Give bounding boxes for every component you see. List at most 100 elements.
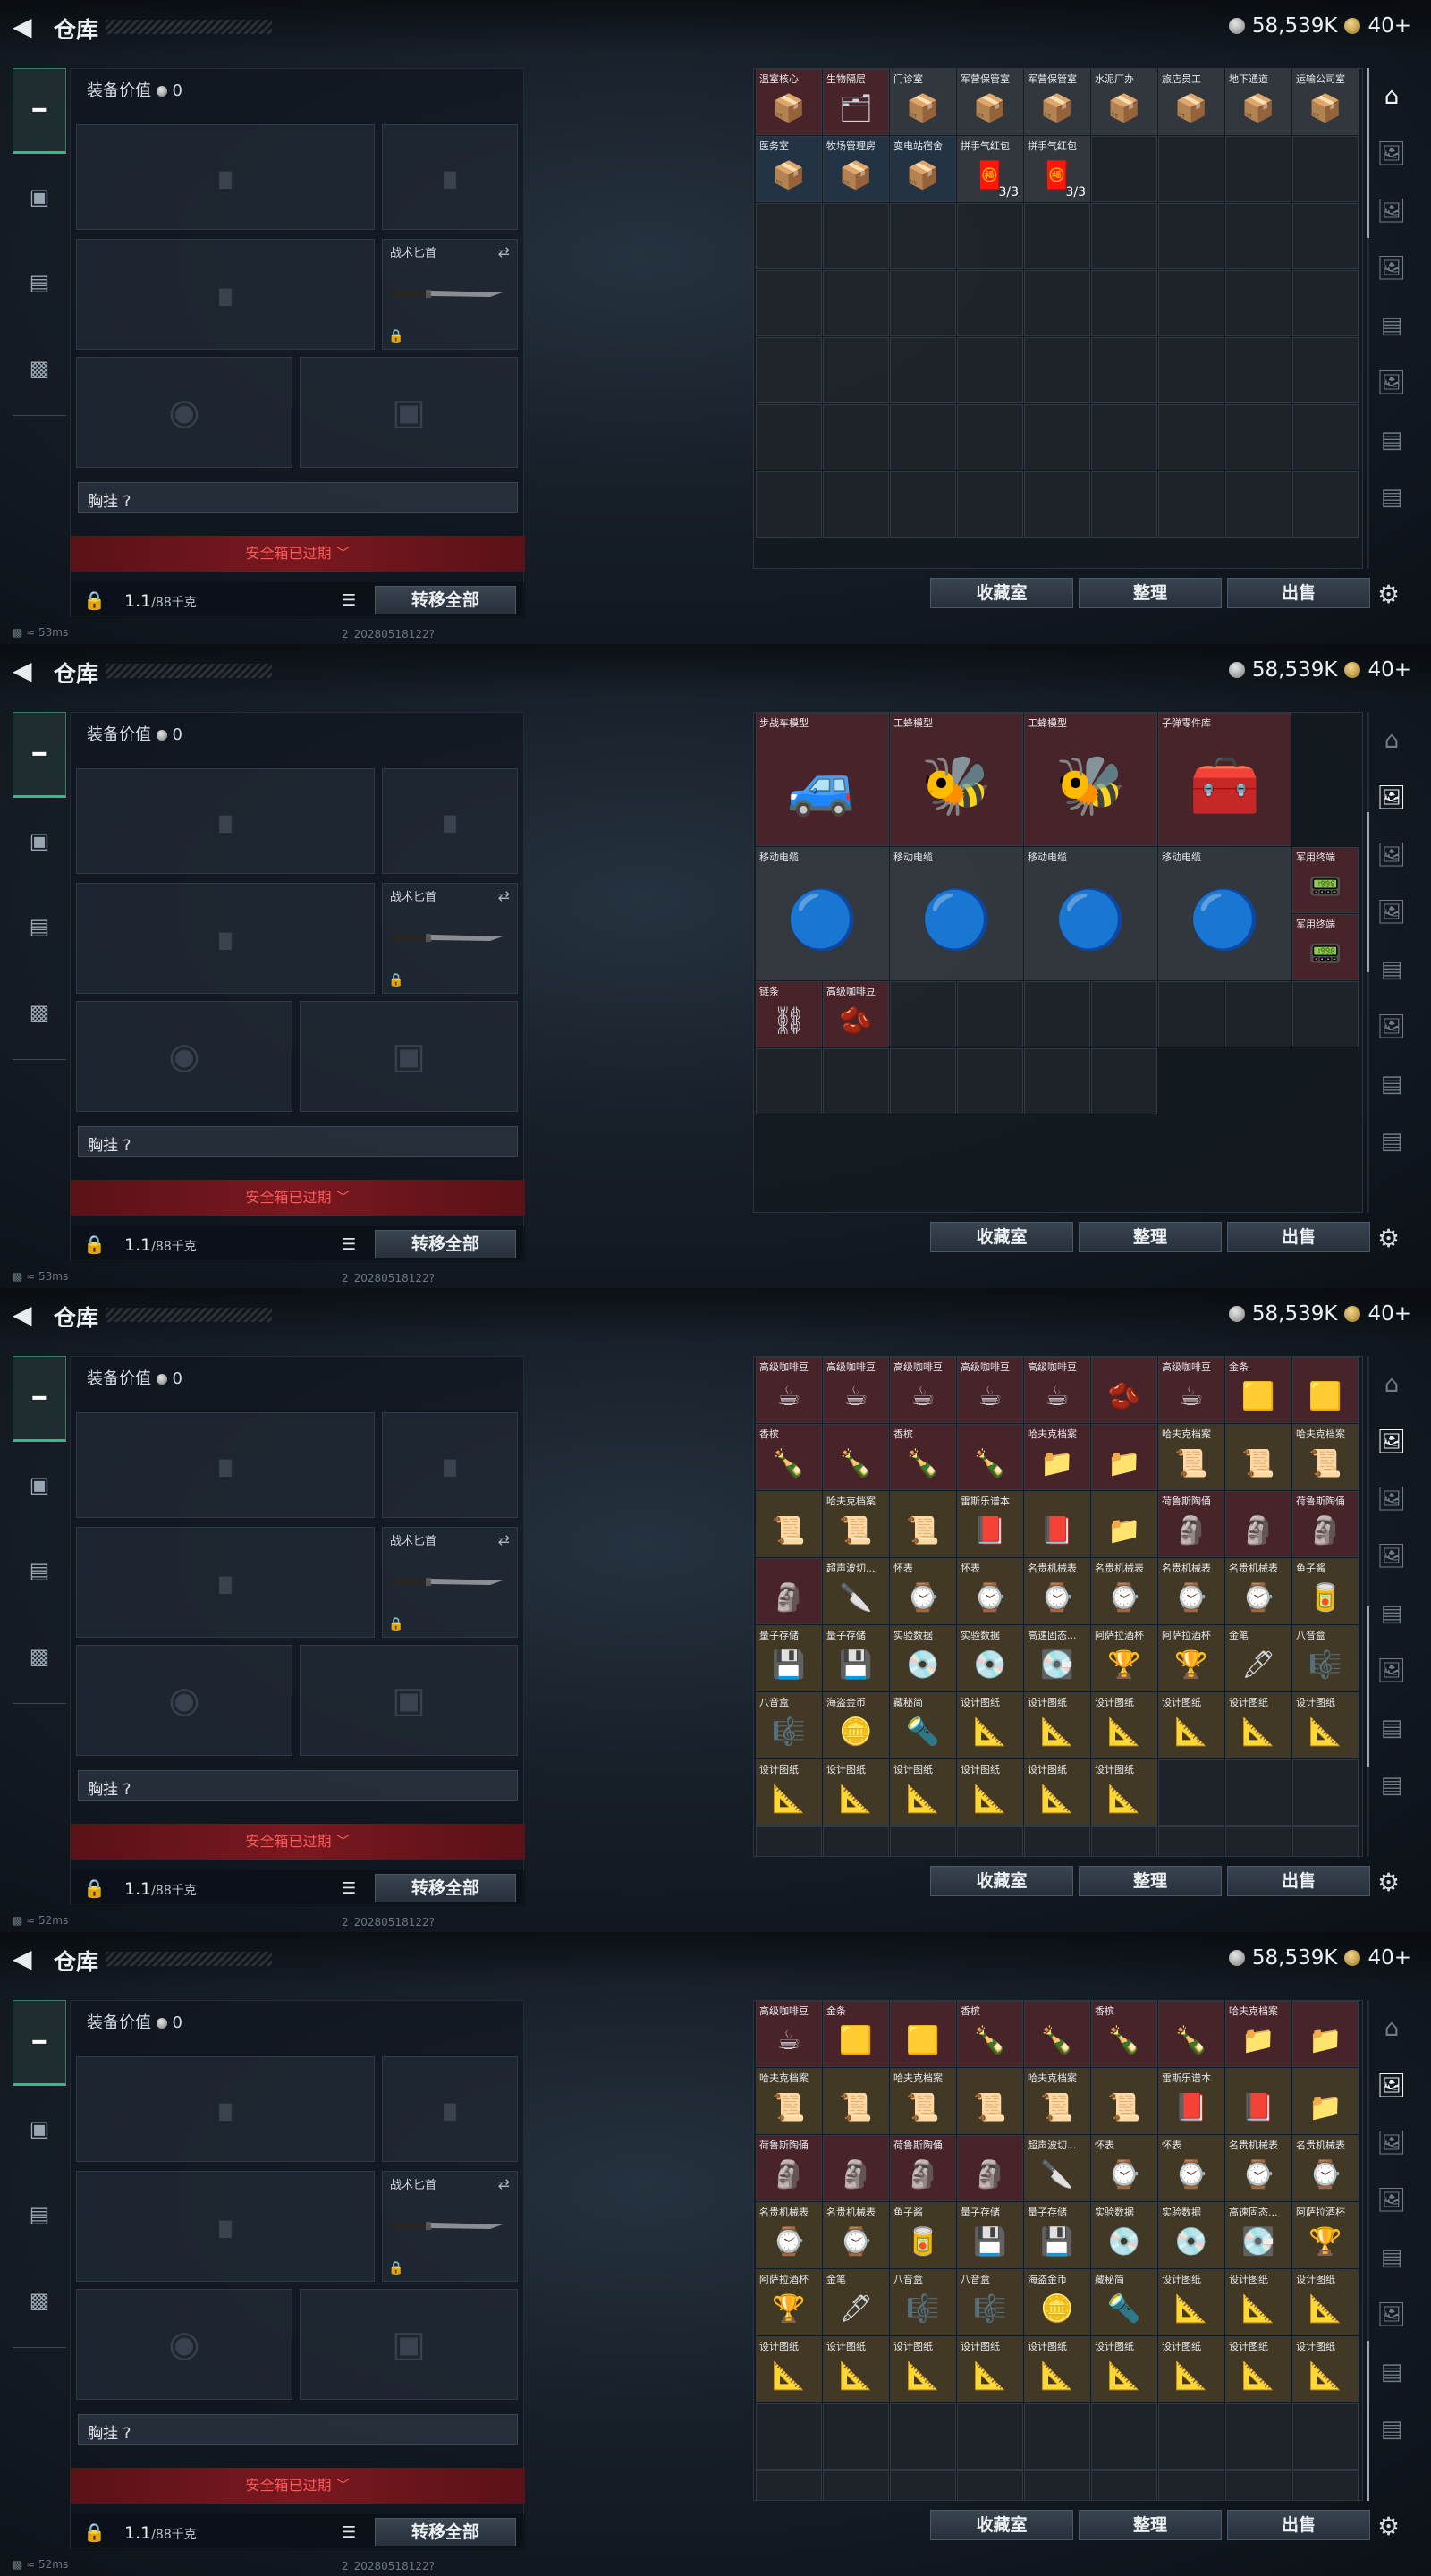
storage-item[interactable]: 金笔 🖋 (823, 2269, 889, 2335)
empty-slot[interactable] (890, 203, 956, 269)
sell-button[interactable]: 出售 (1227, 2510, 1370, 2540)
briefcase-icon[interactable]: ▩ (13, 1614, 66, 1699)
melee-slot[interactable]: 战术匕首 ⇄ 🔒 (382, 2171, 518, 2282)
storage-item[interactable]: 哈夫克档案 📁 (1024, 1424, 1090, 1490)
storage-item[interactable]: 工蜂模型 🐝 (1024, 713, 1157, 846)
storage-item[interactable]: 设计图纸 📐 (957, 1759, 1023, 1826)
storage-item[interactable]: 📁 (1292, 2068, 1359, 2134)
empty-slot[interactable] (1225, 270, 1291, 336)
storage-item[interactable]: 🍾 (957, 1424, 1023, 1490)
safe-box-expired-bar[interactable]: 安全箱已过期 ﹀ (71, 1824, 525, 1860)
empty-slot[interactable] (957, 270, 1023, 336)
storage-item[interactable]: 雷斯乐谱本 📕 (957, 1491, 1023, 1557)
storage-item[interactable]: 高级咖啡豆 ☕ (957, 1357, 1023, 1423)
storage-item[interactable]: 医务室 📦 (756, 136, 822, 202)
secondary-weapon-slot[interactable]: ∎ (76, 239, 375, 350)
safe-box-expired-bar[interactable]: 安全箱已过期 ﹀ (71, 2468, 525, 2504)
empty-slot[interactable] (1292, 136, 1359, 202)
storage-item[interactable]: 量子存储 💾 (957, 2202, 1023, 2268)
storage-item[interactable]: 🗿 (823, 2135, 889, 2201)
storage-item[interactable]: 📁 (1292, 2001, 1359, 2067)
storage-tab-icon[interactable]: 🖼 (1367, 826, 1417, 884)
storage-item[interactable]: 香槟 🍾 (756, 1424, 822, 1490)
storage-tab-icon[interactable]: ⌂ (1367, 712, 1417, 769)
storage-tab-icon[interactable]: 🖼 (1367, 354, 1417, 411)
empty-slot[interactable] (1225, 981, 1291, 1047)
secondary-weapon-slot[interactable]: ∎ (76, 2171, 375, 2282)
storage-item[interactable]: 运输公司室 📦 (1292, 69, 1359, 135)
chest-rig-slot[interactable]: 胸挂 ? (78, 1126, 518, 1157)
empty-slot[interactable] (957, 404, 1023, 470)
storage-item[interactable]: 军用终端 📟 (1292, 847, 1359, 913)
storage-item[interactable]: 📜 (1225, 1424, 1291, 1490)
storage-item[interactable]: 设计图纸 📐 (756, 1759, 822, 1826)
storage-item[interactable]: 设计图纸 📐 (1158, 1692, 1224, 1758)
empty-slot[interactable] (1158, 203, 1224, 269)
empty-slot[interactable] (890, 1048, 956, 1114)
storage-item[interactable]: 名贵机械表 ⌚ (756, 2202, 822, 2268)
storage-item[interactable]: 量子存储 💾 (756, 1625, 822, 1691)
storage-item[interactable]: 名贵机械表 ⌚ (1292, 2135, 1359, 2201)
storage-item[interactable]: 拼手气红包 🧧 3/3 (1024, 136, 1090, 202)
storage-item[interactable]: 怀表 ⌚ (957, 1558, 1023, 1624)
swap-icon[interactable]: ⇄ (498, 887, 510, 904)
empty-slot[interactable] (1091, 203, 1157, 269)
storage-tab-icon[interactable]: 🖼 (1367, 2057, 1417, 2114)
empty-slot[interactable] (890, 471, 956, 538)
storage-tab-icon[interactable]: 🖼 (1367, 2114, 1417, 2172)
storage-item[interactable]: 金条 🟨 (823, 2001, 889, 2067)
storage-tab-icon[interactable]: ▤ (1367, 1113, 1417, 1170)
empty-slot[interactable] (1292, 337, 1359, 403)
storage-item[interactable]: 实验数据 💿 (890, 1625, 956, 1691)
empty-slot[interactable] (1024, 1826, 1090, 1856)
empty-slot[interactable] (823, 2403, 889, 2470)
empty-slot[interactable] (1024, 2403, 1090, 2470)
storage-item[interactable]: 🗿 (756, 1558, 822, 1624)
empty-slot[interactable] (756, 404, 822, 470)
storage-tab-icon[interactable]: 🖼 (1367, 769, 1417, 826)
pistol-slot[interactable]: ∎ (382, 124, 518, 230)
storage-item[interactable]: 高速固态... 💽 (1024, 1625, 1090, 1691)
primary-weapon-slot[interactable]: ∎ (76, 124, 375, 230)
storage-item[interactable]: 八音盒 🎼 (756, 1692, 822, 1758)
storage-item[interactable]: 哈夫克档案 📜 (1158, 1424, 1224, 1490)
back-arrow-icon[interactable]: ◀ (13, 14, 38, 39)
list-icon[interactable]: ☰ (342, 2523, 356, 2542)
storage-item[interactable]: 阿萨拉酒杯 🏆 (1292, 2202, 1359, 2268)
storage-item[interactable]: 阿萨拉酒杯 🏆 (1091, 1625, 1157, 1691)
storage-item[interactable]: 📕 (1225, 2068, 1291, 2134)
vest-icon[interactable]: ▣ (13, 2086, 66, 2172)
storage-item[interactable]: 📁 (1091, 1424, 1157, 1490)
storage-item[interactable]: 名贵机械表 ⌚ (1024, 1558, 1090, 1624)
empty-slot[interactable] (1158, 270, 1224, 336)
empty-slot[interactable] (1158, 1826, 1224, 1856)
storage-item[interactable]: 金笔 🖋 (1225, 1625, 1291, 1691)
storage-item[interactable]: 设计图纸 📐 (890, 2336, 956, 2402)
swap-icon[interactable]: ⇄ (498, 1531, 510, 1548)
swap-icon[interactable]: ⇄ (498, 2175, 510, 2192)
storage-item[interactable]: 怀表 ⌚ (1091, 2135, 1157, 2201)
storage-item[interactable]: 移动电缆 🔵 (1024, 847, 1157, 980)
storage-tab-icon[interactable]: ▤ (1367, 2229, 1417, 2286)
primary-weapon-slot[interactable]: ∎ (76, 2056, 375, 2162)
empty-slot[interactable] (823, 270, 889, 336)
storage-tab-icon[interactable]: ⌂ (1367, 1356, 1417, 1413)
storage-item[interactable]: 高级咖啡豆 ☕ (1024, 1357, 1090, 1423)
storage-item[interactable]: 军营保管室 📦 (957, 69, 1023, 135)
safe-box-expired-bar[interactable]: 安全箱已过期 ﹀ (71, 1180, 525, 1216)
empty-slot[interactable] (957, 1048, 1023, 1114)
storage-item[interactable]: 荷鲁斯陶俑 🗿 (756, 2135, 822, 2201)
storage-tab-icon[interactable]: 🖼 (1367, 998, 1417, 1055)
storage-item[interactable]: 高级咖啡豆 ☕ (756, 2001, 822, 2067)
swap-icon[interactable]: ⇄ (498, 243, 510, 260)
storage-tab-icon[interactable]: ▤ (1367, 469, 1417, 526)
sort-button[interactable]: 整理 (1079, 2510, 1222, 2540)
empty-slot[interactable] (1292, 1759, 1359, 1826)
empty-slot[interactable] (1091, 404, 1157, 470)
transfer-all-button[interactable]: 转移全部 (375, 1874, 516, 1902)
primary-weapon-slot[interactable]: ∎ (76, 768, 375, 874)
list-icon[interactable]: ☰ (342, 1235, 356, 1254)
clipboard-icon[interactable]: ▤ (13, 2172, 66, 2258)
empty-slot[interactable] (1225, 136, 1291, 202)
storage-item[interactable]: 荷鲁斯陶俑 🗿 (1158, 1491, 1224, 1557)
